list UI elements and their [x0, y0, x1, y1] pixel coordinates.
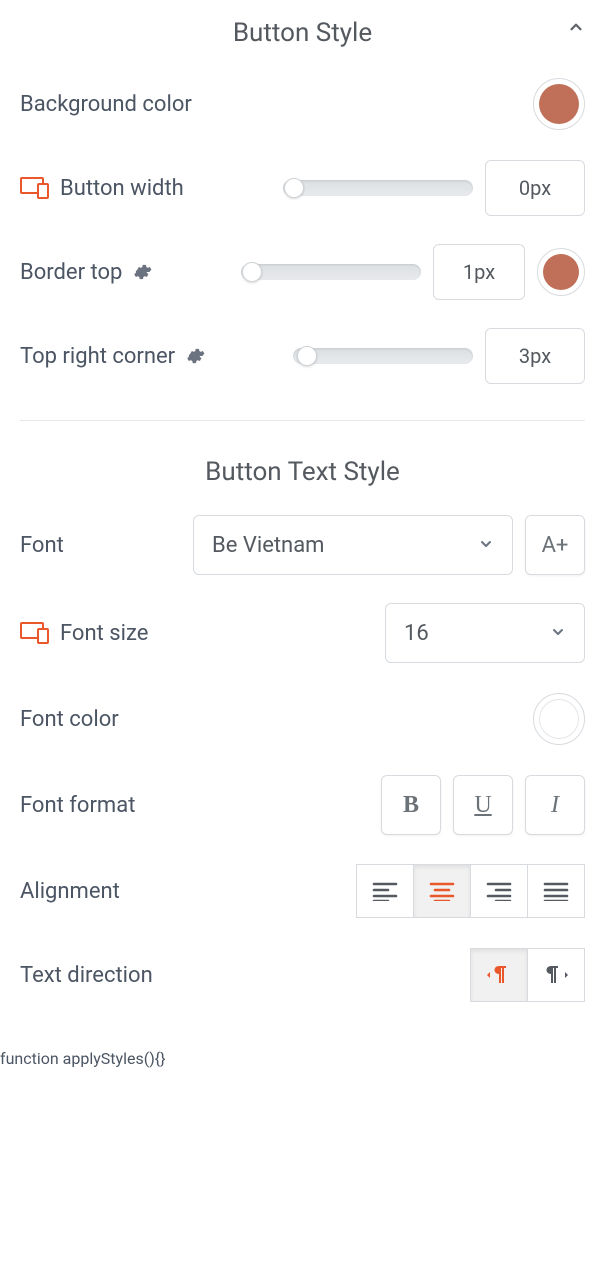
align-justify-icon — [543, 881, 569, 901]
alignment-label: Alignment — [20, 879, 120, 904]
responsive-devices-icon[interactable] — [20, 177, 50, 199]
border-top-label: Border top — [20, 260, 122, 285]
slider-thumb[interactable] — [297, 346, 317, 366]
border-top-slider[interactable] — [241, 264, 421, 280]
aplus-icon: A+ — [542, 533, 569, 558]
rtl-icon — [543, 963, 569, 987]
slider-thumb[interactable] — [242, 262, 262, 282]
text-direction-ltr-button[interactable] — [470, 948, 528, 1002]
button-width-slider[interactable] — [283, 180, 473, 196]
chevron-up-icon — [567, 18, 585, 36]
color-swatch-inner — [539, 84, 579, 124]
chevron-down-icon — [478, 536, 494, 552]
top-right-corner-slider[interactable] — [293, 348, 473, 364]
section-title-button-text-style: Button Text Style — [20, 457, 585, 487]
chevron-down-icon — [550, 624, 566, 640]
collapse-button[interactable] — [567, 18, 585, 40]
bold-button[interactable]: B — [381, 775, 441, 835]
font-label: Font — [20, 533, 64, 558]
italic-button[interactable]: I — [525, 775, 585, 835]
text-direction-label: Text direction — [20, 963, 153, 988]
button-width-value[interactable]: 0px — [485, 160, 585, 216]
align-left-button[interactable] — [356, 864, 414, 918]
background-color-swatch[interactable] — [533, 78, 585, 130]
font-select-value: Be Vietnam — [212, 533, 324, 558]
top-right-corner-label: Top right corner — [20, 344, 175, 369]
border-top-color-swatch[interactable] — [537, 248, 585, 296]
underline-icon: U — [474, 792, 491, 819]
align-right-button[interactable] — [470, 864, 528, 918]
italic-icon: I — [551, 792, 559, 819]
background-color-label: Background color — [20, 92, 192, 117]
button-width-label: Button width — [60, 176, 184, 201]
font-size-label: Font size — [60, 621, 148, 646]
align-center-button[interactable] — [413, 864, 471, 918]
color-swatch-inner — [539, 699, 579, 739]
gear-icon[interactable] — [132, 262, 152, 282]
font-size-value: 16 — [404, 621, 429, 646]
gear-icon[interactable] — [185, 346, 205, 366]
slider-thumb[interactable] — [284, 178, 304, 198]
color-swatch-inner — [543, 254, 579, 290]
font-select[interactable]: Be Vietnam — [193, 515, 513, 575]
font-size-increase-button[interactable]: A+ — [525, 515, 585, 575]
font-color-label: Font color — [20, 707, 119, 732]
bold-icon: B — [403, 792, 419, 819]
ltr-icon — [486, 963, 512, 987]
font-format-label: Font format — [20, 793, 135, 818]
underline-button[interactable]: U — [453, 775, 513, 835]
text-direction-rtl-button[interactable] — [527, 948, 585, 1002]
border-top-value[interactable]: 1px — [433, 244, 525, 300]
responsive-devices-icon[interactable] — [20, 622, 50, 644]
font-size-select[interactable]: 16 — [385, 603, 585, 663]
align-center-icon — [429, 881, 455, 901]
align-justify-button[interactable] — [527, 864, 585, 918]
align-left-icon — [372, 881, 398, 901]
top-right-corner-value[interactable]: 3px — [485, 328, 585, 384]
section-title-button-style: Button Style — [20, 18, 585, 48]
font-color-swatch[interactable] — [533, 693, 585, 745]
align-right-icon — [486, 881, 512, 901]
